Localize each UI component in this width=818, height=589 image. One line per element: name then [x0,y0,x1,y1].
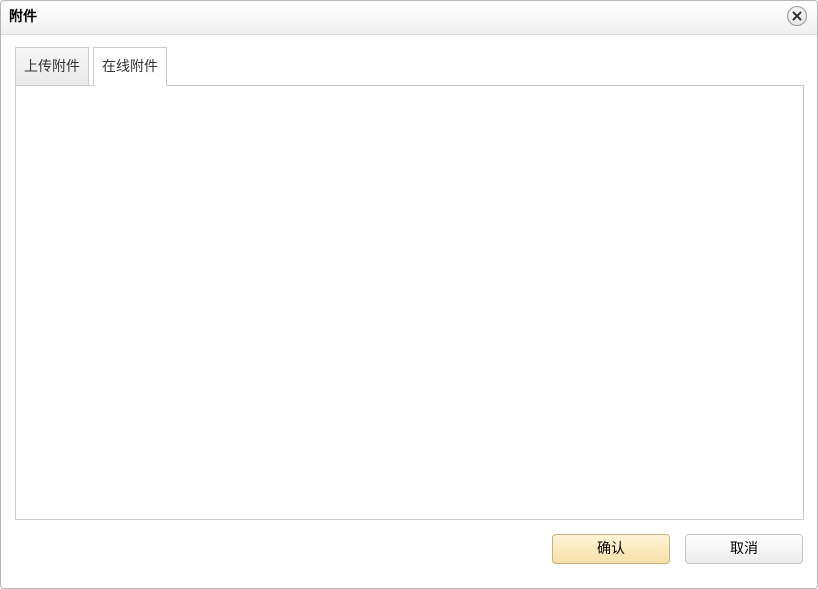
tab-online-attachment[interactable]: 在线附件 [93,47,167,86]
online-attachment-panel [15,85,804,520]
confirm-button[interactable]: 确认 [552,534,670,564]
tab-upload-attachment[interactable]: 上传附件 [15,47,89,85]
cancel-button[interactable]: 取消 [685,534,803,564]
dialog-titlebar: 附件 [1,1,817,35]
close-button[interactable] [787,6,807,26]
dialog-title: 附件 [9,9,37,25]
